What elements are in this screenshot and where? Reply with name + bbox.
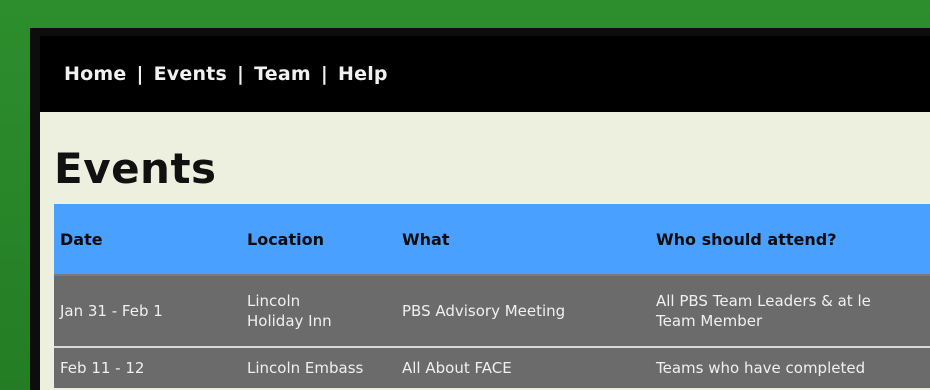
event-what: All About FACE xyxy=(396,347,650,388)
top-navigation: Home | Events | Team | Help xyxy=(40,36,930,112)
location-line-2: Holiday Inn xyxy=(247,312,332,330)
location-line-1: Lincoln xyxy=(247,292,301,310)
table-row: Feb 11 - 12 Lincoln Embass All About FAC… xyxy=(54,347,930,388)
event-date: Feb 11 - 12 xyxy=(54,347,241,388)
nav-events-link[interactable]: Events xyxy=(154,63,227,85)
header-who: Who should attend? xyxy=(650,204,930,276)
event-date: Jan 31 - Feb 1 xyxy=(54,275,241,348)
desktop-background: Home | Events | Team | Help Events Date xyxy=(0,0,930,390)
event-what: PBS Advisory Meeting xyxy=(396,275,650,348)
page-title: Events xyxy=(54,144,217,193)
events-table: Date Location What Who should attend? Ja… xyxy=(54,204,930,388)
header-location: Location xyxy=(241,204,396,276)
nav-separator: | xyxy=(320,63,328,85)
table-header-row: Date Location What Who should attend? xyxy=(54,204,930,276)
header-date: Date xyxy=(54,204,241,276)
nav-separator: | xyxy=(136,63,144,85)
who-line-1: All PBS Team Leaders & at le xyxy=(656,292,871,310)
who-line-2: Team Member xyxy=(656,312,763,330)
event-who: Teams who have completed xyxy=(650,347,930,388)
who-line-1: Teams who have completed xyxy=(656,359,866,377)
nav-home-link[interactable]: Home xyxy=(64,63,126,85)
nav-help-link[interactable]: Help xyxy=(338,63,388,85)
nav-team-link[interactable]: Team xyxy=(254,63,311,85)
location-line-1: Lincoln Embass xyxy=(247,359,364,377)
header-what: What xyxy=(396,204,650,276)
event-who: All PBS Team Leaders & at le Team Member xyxy=(650,275,930,348)
event-location: Lincoln Holiday Inn xyxy=(241,275,396,348)
main-content: Events Date Location What Who should att… xyxy=(40,112,930,390)
table-row: Jan 31 - Feb 1 Lincoln Holiday Inn PBS A… xyxy=(54,275,930,348)
event-location: Lincoln Embass xyxy=(241,347,396,388)
browser-window: Home | Events | Team | Help Events Date xyxy=(40,36,930,390)
nav-separator: | xyxy=(236,63,245,85)
